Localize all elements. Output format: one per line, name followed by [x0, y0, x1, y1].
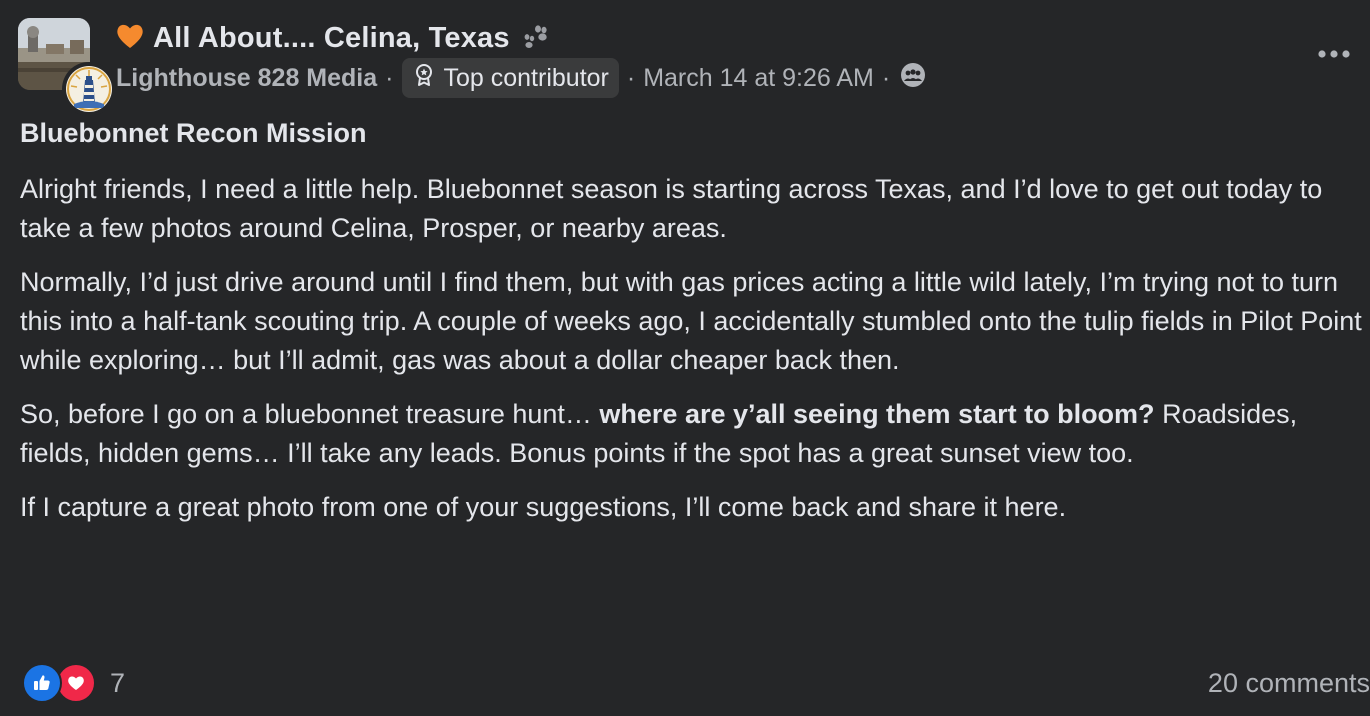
feed-post: All About.... Celina, Texas Lighthouse 8…	[0, 0, 1370, 716]
post-paragraph: Alright friends, I need a little help. B…	[20, 174, 1323, 243]
like-thumb-icon	[22, 663, 62, 703]
group-members-icon[interactable]	[898, 62, 926, 95]
more-options-icon	[1316, 46, 1352, 64]
post-timestamp-link[interactable]: March 14 at 9:26 AM	[643, 64, 874, 93]
top-contributor-badge[interactable]: Top contributor	[401, 58, 619, 98]
post-body: Bluebonnet Recon Mission Alright friends…	[20, 114, 1365, 542]
more-options-button[interactable]	[1314, 40, 1354, 70]
comments-count-link[interactable]: 20 comments	[1208, 664, 1370, 702]
reactions-summary[interactable]: 7	[22, 663, 126, 703]
post-paragraph: Normally, I’d just drive around until I …	[20, 267, 1362, 375]
post-paragraph: If I capture a great photo from one of y…	[20, 492, 1067, 522]
author-name-link[interactable]: Lighthouse 828 Media	[116, 64, 377, 93]
badge-label: Top contributor	[443, 63, 609, 92]
contributor-badge-icon	[412, 63, 444, 94]
post-text: So, before I go on a bluebonnet treasure…	[20, 399, 600, 429]
love-heart-icon	[56, 663, 96, 703]
post-meta: Lighthouse 828 Media · Top contributor ·…	[116, 58, 926, 98]
post-title: Bluebonnet Recon Mission	[20, 118, 367, 148]
post-paragraph: So, before I go on a bluebonnet treasure…	[20, 395, 1365, 473]
group-name-link[interactable]: All About.... Celina, Texas	[153, 22, 510, 55]
post-avatars	[18, 18, 116, 116]
group-header: All About.... Celina, Texas	[114, 19, 550, 57]
paw-prints-icon	[510, 20, 550, 57]
meta-separator: ·	[881, 63, 891, 92]
meta-separator: ·	[385, 63, 394, 92]
post-bold-question: where are y’all seeing them start to blo…	[599, 399, 1155, 429]
orange-heart-icon	[114, 20, 153, 57]
reaction-count: 7	[110, 667, 126, 698]
meta-separator: ·	[626, 63, 636, 92]
user-avatar[interactable]	[62, 62, 116, 116]
